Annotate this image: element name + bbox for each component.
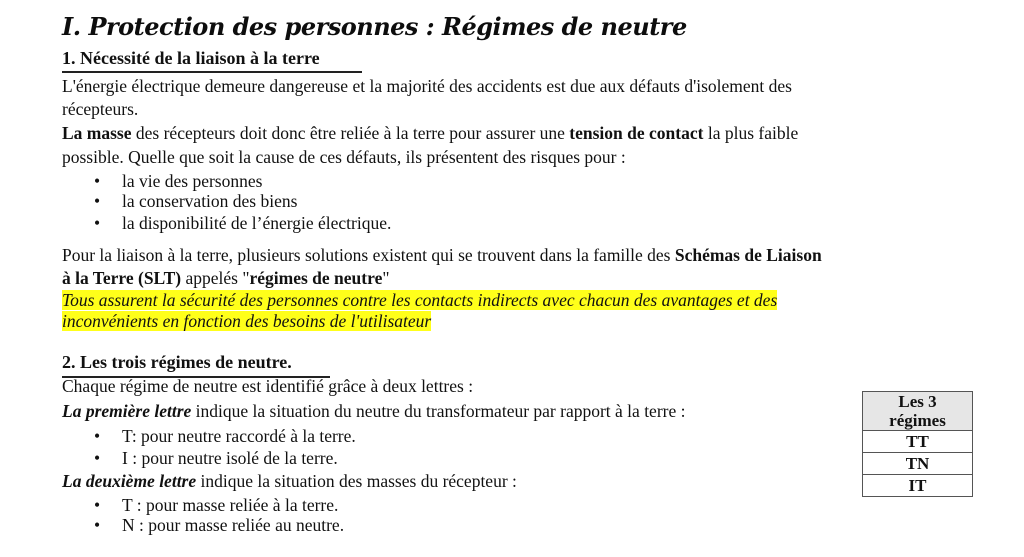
highlighted-line-2: inconvénients en fonction des besoins de… bbox=[62, 311, 432, 331]
bold-la-masse: La masse bbox=[62, 123, 132, 143]
bullet-icon: • bbox=[94, 213, 101, 233]
highlighted-text: inconvénients en fonction des besoins de… bbox=[62, 311, 432, 331]
paragraph-1-line-2: récepteurs. bbox=[62, 99, 139, 119]
table-header-cell: Les 3 régimes bbox=[862, 391, 973, 431]
list-item: • la disponibilité de l’énergie électriqu… bbox=[94, 213, 392, 233]
bullet-icon: • bbox=[94, 495, 101, 515]
list-item-text: N : pour masse reliée au neutre. bbox=[122, 515, 345, 535]
section-1-underline bbox=[62, 71, 362, 73]
list-item-text: I : pour neutre isolé de la terre. bbox=[122, 448, 338, 468]
section-2-intro: Chaque régime de neutre est identifié gr… bbox=[62, 376, 474, 396]
regimes-table: Les 3 régimes TT TN IT bbox=[862, 391, 973, 497]
bold-slt: à la Terre (SLT) bbox=[62, 268, 182, 288]
bullet-icon: • bbox=[94, 426, 101, 446]
bold-regimes-de-neutre: régimes de neutre bbox=[249, 268, 383, 288]
list-item: • I : pour neutre isolé de la terre. bbox=[94, 448, 338, 468]
paragraph-3-text-2: appelés " bbox=[181, 268, 250, 288]
first-letter-text: indique la situation du neutre du transf… bbox=[191, 401, 686, 421]
list-item-text: T: pour neutre raccordé à la terre. bbox=[122, 426, 356, 446]
bold-tension-de-contact: tension de contact bbox=[569, 123, 704, 143]
first-letter-label: La première lettre bbox=[62, 401, 192, 421]
list-item: • T : pour masse reliée à la terre. bbox=[94, 495, 339, 515]
list-item-text: la disponibilité de l’énergie électrique… bbox=[122, 213, 392, 233]
first-letter-line: La première lettre indique la situation … bbox=[62, 401, 685, 421]
table-cell-it: IT bbox=[862, 474, 973, 497]
section-1-heading: 1. Nécessité de la liaison à la terre bbox=[62, 48, 320, 68]
bullet-icon: • bbox=[94, 191, 101, 211]
second-letter-line: La deuxième lettre indique la situation … bbox=[62, 471, 517, 491]
paragraph-3-text: Pour la liaison à la terre, plusieurs so… bbox=[62, 245, 675, 265]
second-letter-text: indique la situation des masses du récep… bbox=[196, 471, 517, 491]
bold-schemas-de-liaison: Schémas de Liaison bbox=[674, 245, 822, 265]
paragraph-3-quote: " bbox=[382, 268, 390, 288]
document-page: I. Protection des personnes : Régimes de… bbox=[0, 0, 1024, 557]
paragraph-2-text: des récepteurs doit donc être reliée à l… bbox=[131, 123, 570, 143]
list-item: • la vie des personnes bbox=[94, 171, 263, 191]
table-row: TT bbox=[862, 430, 973, 453]
paragraph-2-line-1: La masse des récepteurs doit donc être r… bbox=[62, 123, 798, 143]
paragraph-2-line-2: possible. Quelle que soit la cause de ce… bbox=[62, 147, 626, 167]
table-header-line-1: Les 3 bbox=[898, 392, 937, 411]
table-cell-tn: TN bbox=[862, 452, 973, 475]
paragraph-3-line-1: Pour la liaison à la terre, plusieurs so… bbox=[62, 245, 822, 265]
table-header-line-2: régimes bbox=[889, 411, 946, 430]
page-title: I. Protection des personnes : Régimes de… bbox=[62, 12, 687, 41]
list-item: • T: pour neutre raccordé à la terre. bbox=[94, 426, 356, 446]
bullet-icon: • bbox=[94, 171, 101, 191]
list-item-text: la conservation des biens bbox=[122, 191, 298, 211]
list-item-text: la vie des personnes bbox=[122, 171, 263, 191]
bullet-icon: • bbox=[94, 448, 101, 468]
table-header-row: Les 3 régimes bbox=[862, 391, 973, 431]
paragraph-3-line-2: à la Terre (SLT) appelés "régimes de neu… bbox=[62, 268, 390, 288]
bullet-icon: • bbox=[94, 515, 101, 535]
table-cell-tt: TT bbox=[862, 430, 973, 453]
table-row: TN bbox=[862, 452, 973, 475]
highlighted-text: Tous assurent la sécurité des personnes … bbox=[62, 290, 778, 310]
list-item: • N : pour masse reliée au neutre. bbox=[94, 515, 345, 535]
section-2-heading: 2. Les trois régimes de neutre. bbox=[62, 352, 292, 372]
table-row: IT bbox=[862, 474, 973, 497]
paragraph-2-text-end: la plus faible bbox=[703, 123, 799, 143]
second-letter-label: La deuxième lettre bbox=[62, 471, 197, 491]
list-item: • la conservation des biens bbox=[94, 191, 298, 211]
highlighted-line-1: Tous assurent la sécurité des personnes … bbox=[62, 290, 778, 310]
list-item-text: T : pour masse reliée à la terre. bbox=[122, 495, 339, 515]
paragraph-1-line-1: L'énergie électrique demeure dangereuse … bbox=[62, 76, 792, 96]
